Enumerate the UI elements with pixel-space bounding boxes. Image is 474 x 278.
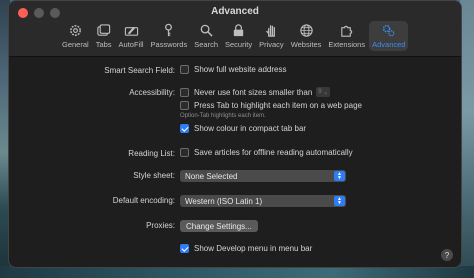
tab-passwords-label: Passwords — [150, 40, 188, 49]
show-colour-label: Show colour in compact tab bar — [194, 124, 307, 133]
press-tab-hint: Option-Tab highlights each item. — [180, 113, 266, 119]
encoding-value: Western (ISO Latin 1) — [185, 196, 263, 206]
tab-autofill[interactable]: AutoFill — [116, 21, 147, 51]
titlebar: Advanced General Tabs AutoFill Passwords… — [9, 1, 461, 57]
proxies-label: Proxies: — [146, 221, 175, 230]
tab-tabs-label: Tabs — [95, 40, 112, 49]
reading-list-label: Reading List: — [128, 149, 175, 158]
tab-advanced-label: Advanced — [372, 40, 406, 49]
tab-privacy-label: Privacy — [259, 40, 284, 49]
style-sheet-label: Style sheet: — [133, 171, 175, 180]
style-sheet-value: None Selected — [185, 171, 238, 181]
style-sheet-row: Style sheet: None Selected ▲ ▼ — [9, 169, 461, 183]
search-icon — [200, 24, 213, 37]
lock-icon — [233, 24, 244, 37]
tab-extensions[interactable]: Extensions — [325, 21, 368, 51]
tab-autofill-label: AutoFill — [118, 40, 144, 49]
gear-icon — [69, 25, 81, 36]
offline-reading-checkbox[interactable] — [180, 148, 189, 157]
window-title: Advanced — [211, 6, 259, 17]
show-develop-menu-label: Show Develop menu in menu bar — [194, 244, 313, 253]
show-full-address-checkbox[interactable] — [180, 65, 189, 74]
proxies-row: Proxies: Change Settings... — [9, 219, 461, 233]
show-colour-row: Show colour in compact tab bar — [9, 123, 461, 137]
min-font-size-select[interactable]: 9 ⌄ — [316, 87, 331, 97]
tab-websites[interactable]: Websites — [288, 21, 325, 51]
smart-search-row: Smart Search Field: Show full website ad… — [9, 64, 461, 78]
show-colour-checkbox[interactable] — [180, 124, 189, 133]
accessibility-row: Accessibility: Never use font sizes smal… — [9, 86, 461, 100]
puzzle-icon — [341, 25, 353, 37]
hand-icon — [266, 25, 275, 37]
tab-advanced[interactable]: Advanced — [369, 21, 409, 51]
tab-extensions-label: Extensions — [328, 40, 366, 49]
reading-list-row: Reading List: Save articles for offline … — [9, 147, 461, 161]
offline-reading-label: Save articles for offline reading automa… — [194, 148, 353, 157]
chevron-updown-icon: ⌄ — [323, 89, 329, 96]
tab-tabs[interactable]: Tabs — [93, 21, 115, 51]
min-font-size-checkbox[interactable] — [180, 87, 189, 97]
accessibility-label: Accessibility: — [129, 88, 175, 97]
tab-passwords[interactable]: Passwords — [148, 21, 191, 51]
tab-general[interactable]: General — [59, 21, 92, 51]
preferences-window: Advanced General Tabs AutoFill Passwords… — [8, 0, 462, 268]
tab-websites-label: Websites — [290, 40, 322, 49]
press-tab-checkbox[interactable] — [180, 101, 189, 110]
desktop-background-right — [460, 0, 474, 278]
tab-search-label: Search — [194, 40, 218, 49]
chevron-updown-icon: ▲ ▼ — [334, 196, 345, 206]
autofill-icon — [124, 26, 138, 36]
show-develop-menu-checkbox[interactable] — [180, 244, 189, 253]
key-icon — [165, 23, 173, 37]
min-font-size-label: Never use font sizes smaller than — [194, 87, 313, 97]
tab-search[interactable]: Search — [191, 21, 221, 51]
encoding-select[interactable]: Western (ISO Latin 1) ▲ ▼ — [180, 195, 346, 207]
style-sheet-select[interactable]: None Selected ▲ ▼ — [180, 170, 346, 182]
help-button[interactable]: ? — [441, 249, 453, 261]
tabs-icon — [97, 24, 111, 36]
encoding-row: Default encoding: Western (ISO Latin 1) … — [9, 194, 461, 208]
develop-menu-row: Show Develop menu in menu bar — [9, 243, 461, 257]
tab-security[interactable]: Security — [222, 21, 255, 51]
tab-privacy[interactable]: Privacy — [256, 21, 287, 51]
show-full-address-label: Show full website address — [194, 65, 287, 74]
globe-icon — [299, 24, 313, 37]
chevron-updown-icon: ▲ ▼ — [334, 171, 345, 181]
tab-general-label: General — [62, 40, 89, 49]
preferences-toolbar: General Tabs AutoFill Passwords Search S… — [59, 21, 409, 51]
press-tab-label: Press Tab to highlight each item on a we… — [194, 101, 362, 110]
advanced-settings-panel: Smart Search Field: Show full website ad… — [9, 57, 461, 267]
encoding-label: Default encoding: — [112, 196, 175, 205]
tab-security-label: Security — [225, 40, 253, 49]
change-proxy-settings-button[interactable]: Change Settings... — [180, 220, 258, 232]
smart-search-label: Smart Search Field: — [104, 66, 175, 75]
gears-icon — [383, 24, 395, 37]
min-font-size-value: 9 — [318, 89, 322, 95]
